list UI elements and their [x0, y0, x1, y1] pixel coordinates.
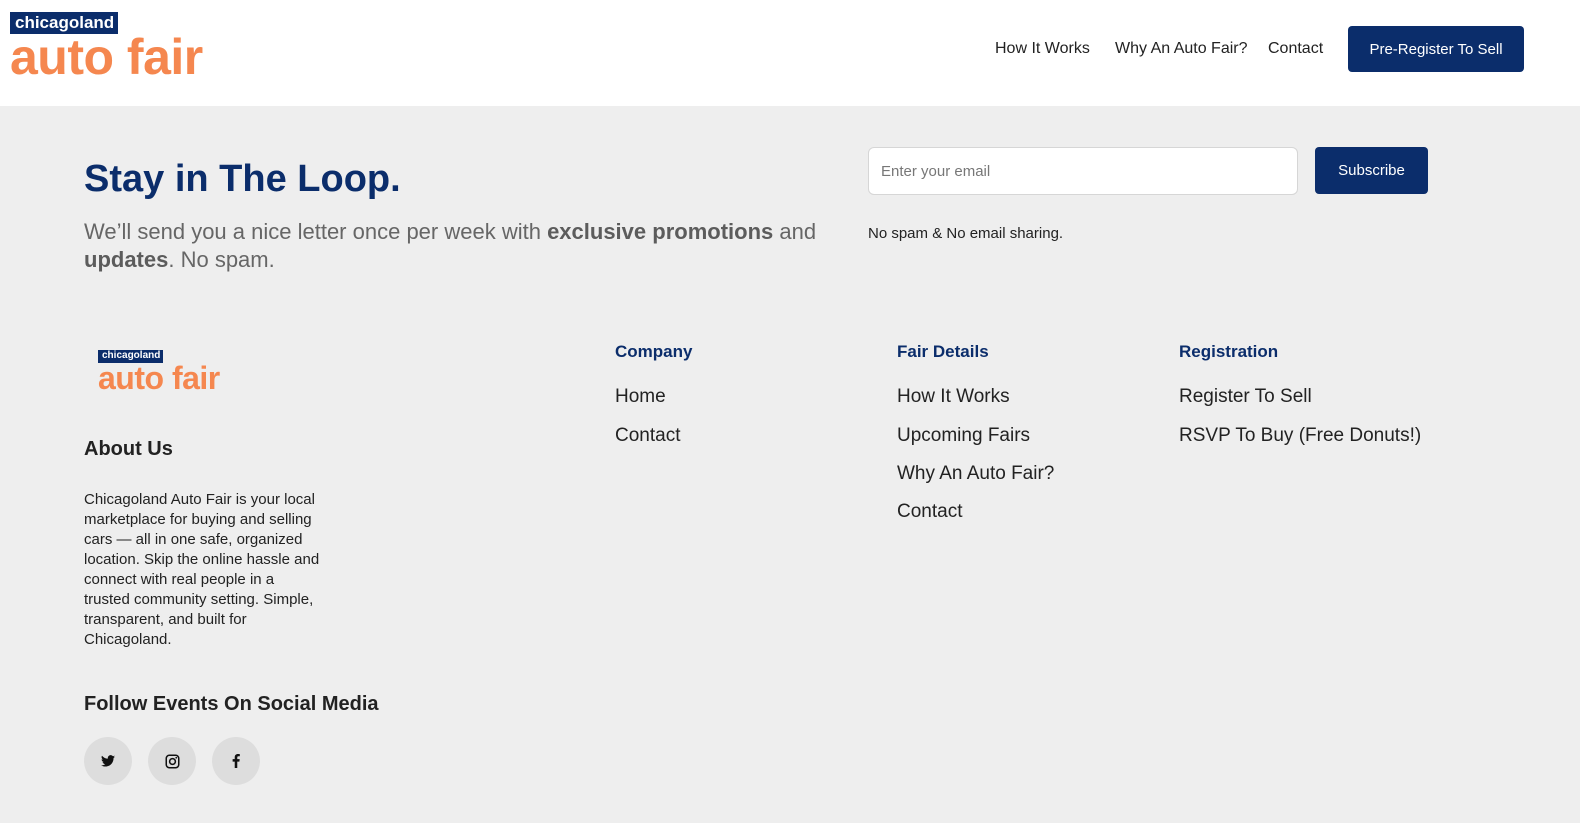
nav-why-an-auto-fair[interactable]: Why An Auto Fair?: [1115, 40, 1248, 58]
logo-word: auto fair: [10, 29, 203, 85]
footer-logo[interactable]: chicagoland auto fair: [98, 345, 220, 394]
nav-contact[interactable]: Contact: [1268, 40, 1323, 58]
twitter-icon: [101, 755, 115, 767]
site-logo[interactable]: chicagoland auto fair: [10, 12, 203, 82]
footer-heading-registration: Registration: [1179, 342, 1279, 361]
footer-link-why-an-auto-fair[interactable]: Why An Auto Fair?: [897, 463, 1054, 485]
footer-link-rsvp-to-buy[interactable]: RSVP To Buy (Free Donuts!): [1179, 425, 1421, 447]
footer-link-upcoming-fairs[interactable]: Upcoming Fairs: [897, 425, 1030, 447]
instagram-icon: [165, 754, 179, 768]
about-title: About Us: [84, 438, 173, 460]
site-header: chicagoland auto fair How It Works Why A…: [0, 0, 1580, 106]
footer-link-how-it-works[interactable]: How It Works: [897, 386, 1010, 408]
footer-heading-company: Company: [615, 342, 693, 361]
email-input[interactable]: [868, 147, 1298, 195]
twitter-link[interactable]: [84, 737, 132, 785]
footer-link-register-to-sell[interactable]: Register To Sell: [1179, 386, 1312, 408]
footer-link-contact[interactable]: Contact: [615, 425, 680, 447]
about-text: Chicagoland Auto Fair is your local mark…: [84, 491, 320, 648]
newsletter-desc-text: We’ll send you a nice letter once per we…: [84, 219, 548, 244]
follow-title: Follow Events On Social Media: [84, 693, 379, 715]
subscribe-button[interactable]: Subscribe: [1315, 147, 1428, 194]
nav-how-it-works[interactable]: How It Works: [995, 40, 1090, 58]
facebook-link[interactable]: [212, 737, 260, 785]
newsletter-title: Stay in The Loop.: [84, 158, 401, 200]
newsletter-desc-text: and: [773, 219, 817, 244]
instagram-link[interactable]: [148, 737, 196, 785]
newsletter-desc-bold: exclusive promotions: [547, 219, 774, 244]
footer-link-contact[interactable]: Contact: [897, 501, 962, 523]
newsletter-desc-text: . No spam.: [168, 247, 275, 272]
pre-register-button[interactable]: Pre-Register To Sell: [1348, 26, 1524, 72]
newsletter-description: We’ll send you a nice letter once per we…: [84, 218, 844, 274]
facebook-icon: [232, 754, 240, 768]
footer-link-home[interactable]: Home: [615, 386, 666, 408]
logo-word: auto fair: [98, 360, 220, 396]
newsletter-desc-bold: updates: [84, 247, 169, 272]
newsletter-note: No spam & No email sharing.: [868, 225, 1064, 242]
footer-heading-fair-details: Fair Details: [897, 342, 989, 361]
